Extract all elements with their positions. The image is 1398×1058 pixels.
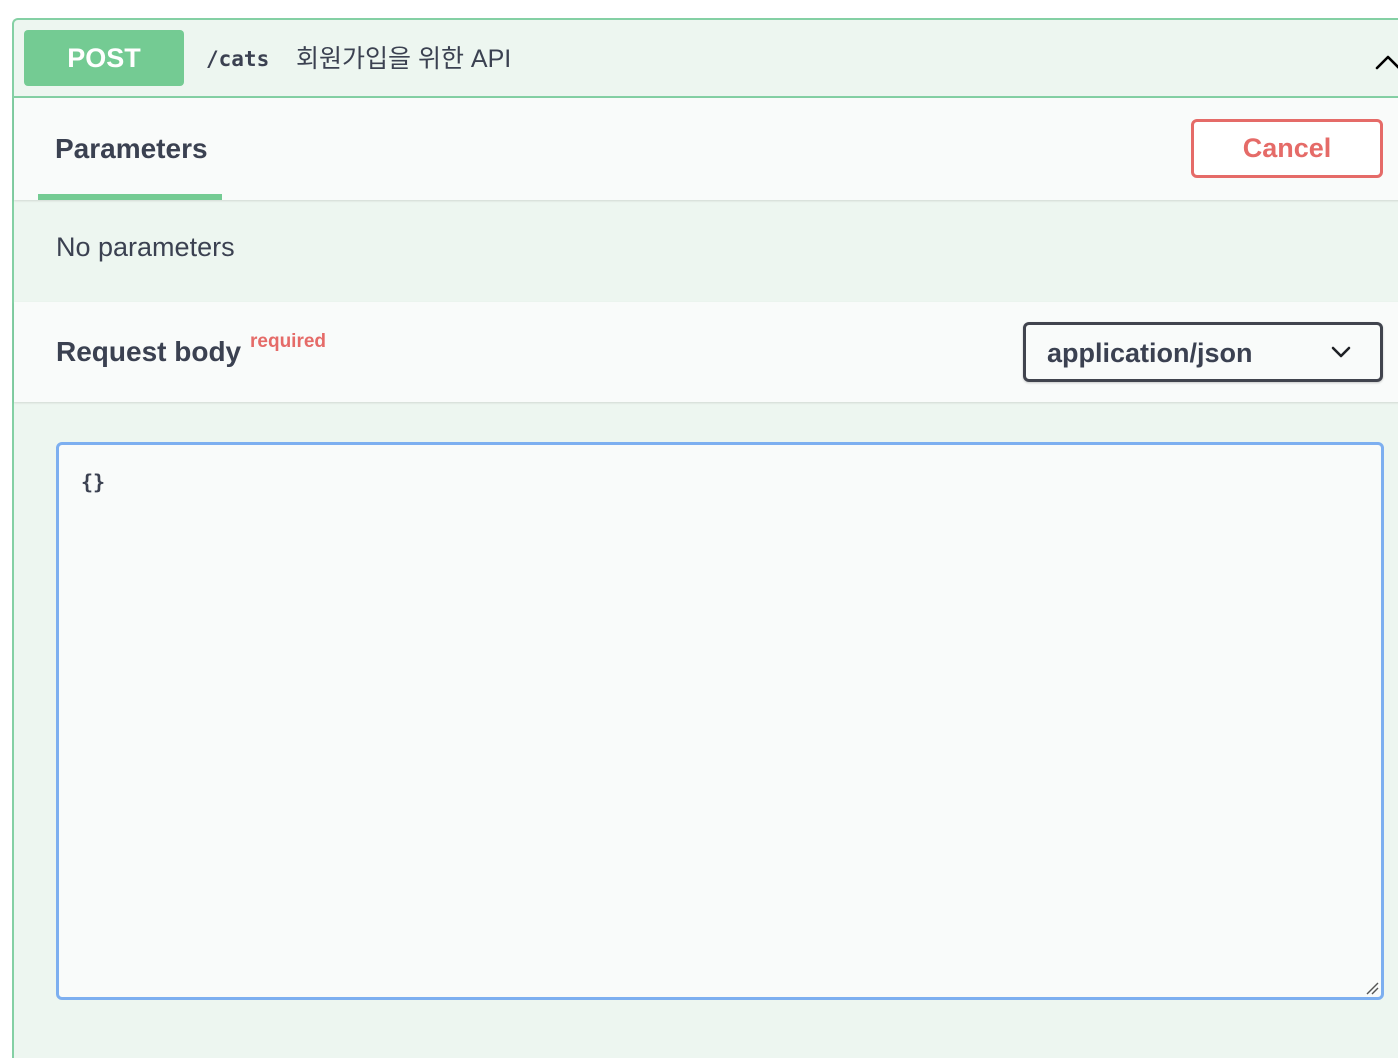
cancel-button[interactable]: Cancel [1191,119,1383,178]
method-badge: POST [24,30,184,86]
request-body-editor[interactable]: {} [56,442,1384,1000]
tab-parameters-label: Parameters [55,133,208,164]
request-body-title: Request body [56,336,242,367]
operation-summary[interactable]: POST /cats 회원가입을 위한 API [14,20,1398,98]
tab-parameters[interactable]: Parameters [38,98,222,200]
chevron-down-icon [1331,346,1351,358]
request-body-header: Request body required application/json [14,302,1398,402]
content-type-select[interactable]: application/json [1023,322,1383,382]
parameters-header: Parameters Cancel [14,98,1398,200]
required-label: required [250,331,327,352]
operation-path: /cats [206,47,270,71]
request-body-editor-value: {} [81,470,106,494]
operation-block-post-cats: POST /cats 회원가입을 위한 API Parameters Cance… [12,18,1398,1058]
content-type-selected-value: application/json [1047,338,1253,368]
chevron-up-icon[interactable] [1374,48,1398,76]
no-parameters-text: No parameters [56,232,235,262]
operation-description: 회원가입을 위한 API [296,45,512,73]
resize-handle-icon[interactable] [1363,979,1379,995]
